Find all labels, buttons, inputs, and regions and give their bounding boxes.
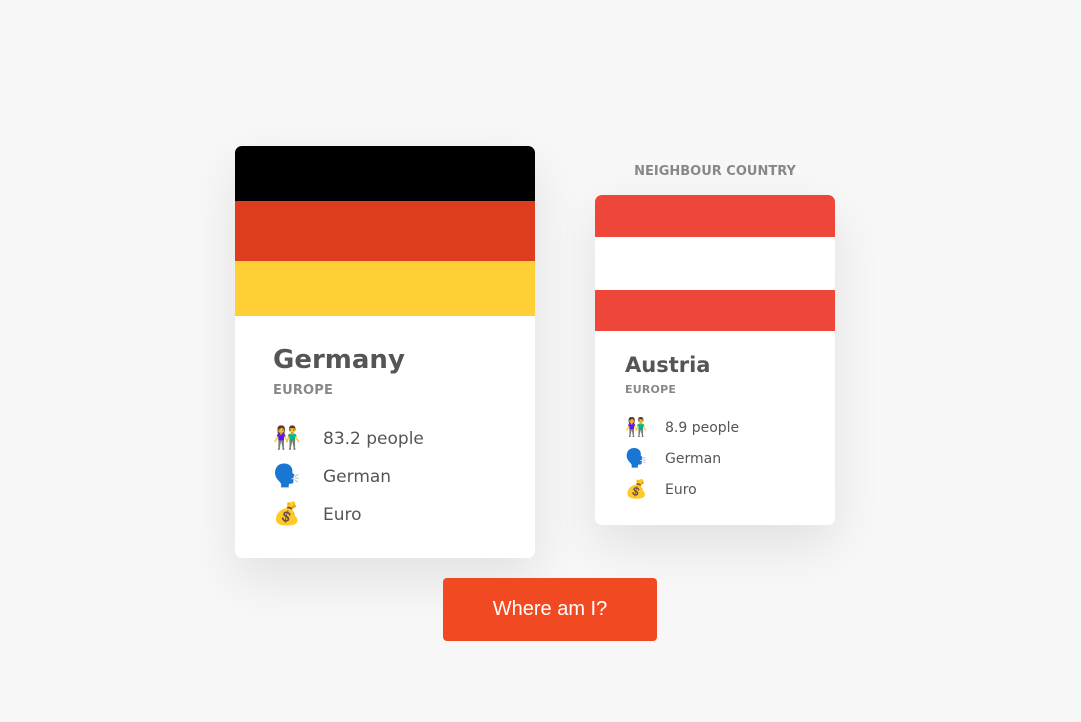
- germany-flag: [235, 146, 535, 316]
- language-row: 🗣️ German: [625, 443, 805, 474]
- country-stats: 👫 83.2 people 🗣️ German 💰 Euro: [273, 420, 497, 534]
- money-bag-icon: 💰: [273, 502, 301, 527]
- flag-stripe-black: [235, 146, 535, 201]
- neighbour-name: Austria: [625, 353, 711, 377]
- neighbour-stats: 👫 8.9 people 🗣️ German 💰 Euro: [625, 412, 805, 505]
- language-row: 🗣️ German: [273, 458, 497, 496]
- flag-stripe-gold: [235, 261, 535, 316]
- flag-stripe-red-bottom: [595, 290, 835, 331]
- population-value: 8.9 people: [665, 419, 740, 436]
- speaking-head-icon: 🗣️: [625, 447, 648, 469]
- country-name: Germany: [273, 345, 405, 375]
- population-value: 83.2 people: [323, 429, 424, 449]
- currency-value: Euro: [665, 481, 697, 498]
- language-value: German: [665, 450, 722, 467]
- country-info: Germany EUROPE 👫 83.2 people 🗣️ German 💰…: [235, 316, 535, 558]
- where-am-i-button[interactable]: Where am I?: [443, 578, 657, 641]
- neighbour-heading: NEIGHBOUR COUNTRY: [634, 164, 796, 179]
- speaking-head-icon: 🗣️: [273, 464, 301, 489]
- flag-stripe-red: [235, 201, 535, 261]
- country-card-austria: Austria EUROPE 👫 8.9 people 🗣️ German 💰 …: [595, 195, 835, 525]
- people-holding-hands-icon: 👫: [273, 426, 301, 451]
- money-bag-icon: 💰: [625, 478, 648, 500]
- country-card-germany: Germany EUROPE 👫 83.2 people 🗣️ German 💰…: [235, 146, 535, 558]
- population-row: 👫 8.9 people: [625, 412, 805, 443]
- country-region: EUROPE: [273, 383, 334, 398]
- currency-value: Euro: [323, 505, 362, 525]
- neighbour-info: Austria EUROPE 👫 8.9 people 🗣️ German 💰 …: [595, 331, 835, 525]
- austria-flag: [595, 195, 835, 331]
- currency-row: 💰 Euro: [273, 496, 497, 534]
- neighbour-region: EUROPE: [625, 383, 677, 396]
- currency-row: 💰 Euro: [625, 474, 805, 505]
- people-holding-hands-icon: 👫: [625, 416, 648, 438]
- flag-stripe-red-top: [595, 195, 835, 237]
- population-row: 👫 83.2 people: [273, 420, 497, 458]
- language-value: German: [323, 467, 392, 487]
- flag-stripe-white: [595, 237, 835, 290]
